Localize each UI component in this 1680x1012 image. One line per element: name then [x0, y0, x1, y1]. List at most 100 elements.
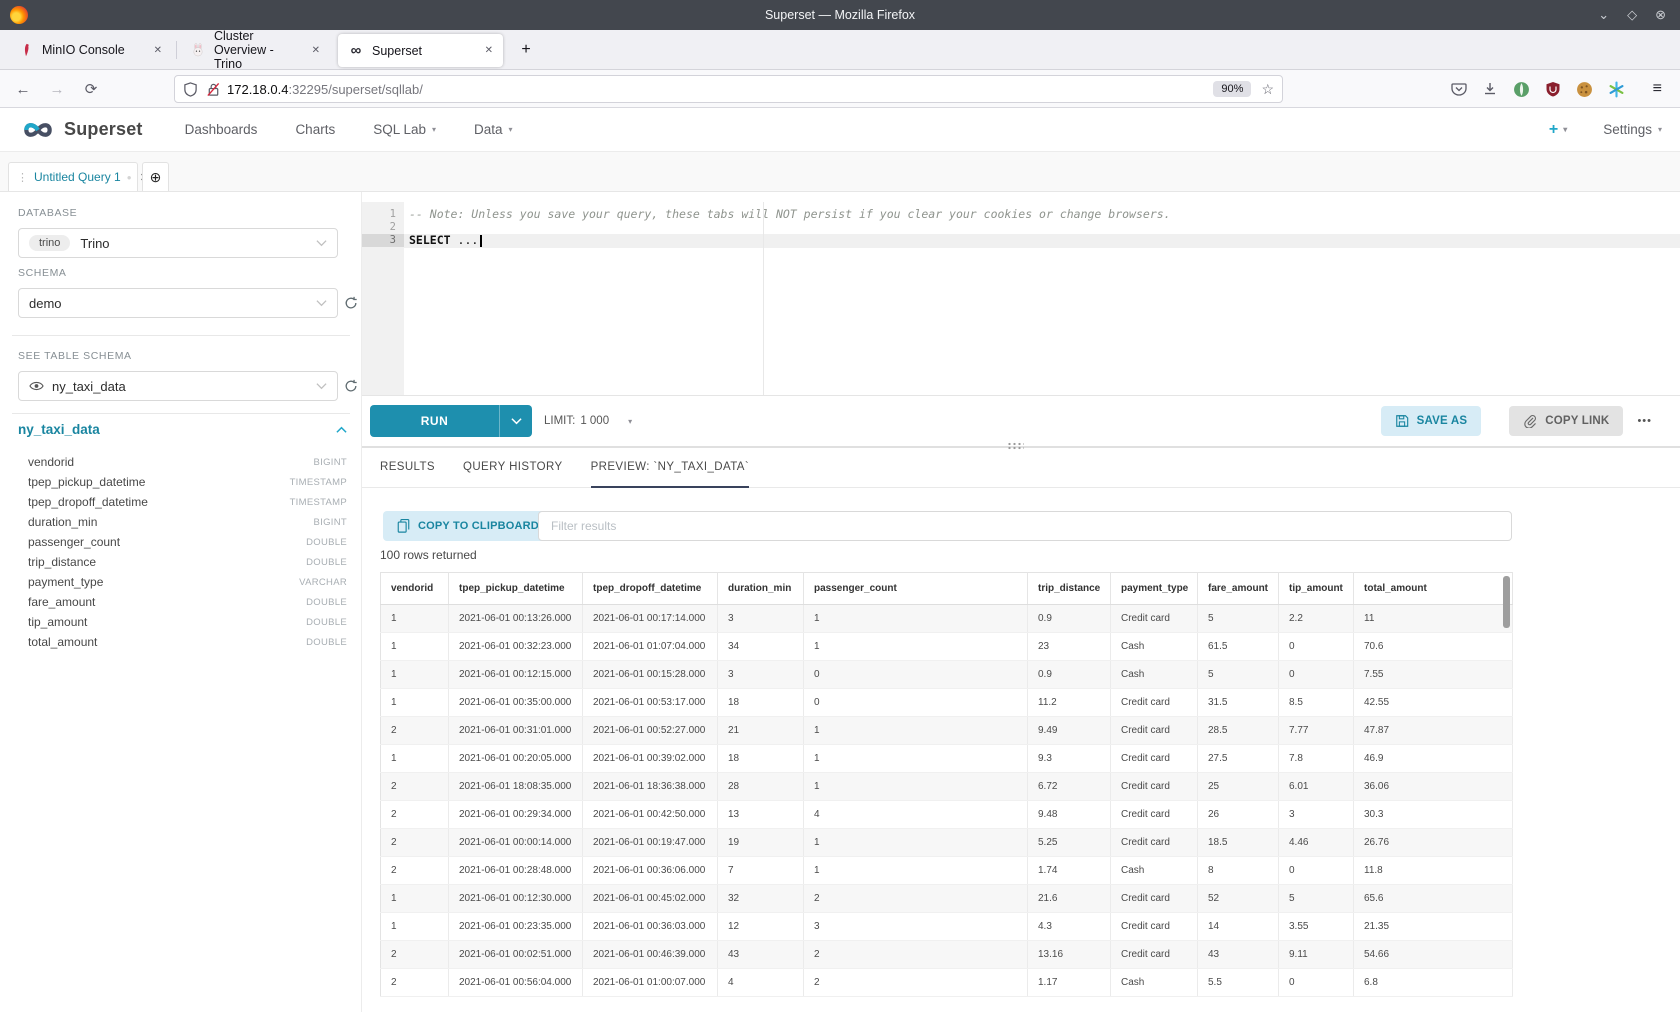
column-header-trip_distance[interactable]: trip_distance	[1028, 573, 1111, 605]
tab-close-icon[interactable]: ✕	[485, 45, 493, 56]
save-as-button[interactable]: SAVE AS	[1381, 406, 1482, 436]
add-query-tab-button[interactable]: ⊕	[142, 162, 169, 191]
header-new-button[interactable]: +▾	[1549, 121, 1567, 139]
copy-link-button[interactable]: COPY LINK	[1509, 406, 1623, 436]
tab-query-history[interactable]: QUERY HISTORY	[463, 448, 563, 488]
tab-close-icon[interactable]: ✕	[154, 45, 162, 56]
table-cell: 5	[1198, 661, 1279, 689]
database-select[interactable]: trino Trino	[18, 228, 338, 258]
browser-tab-trino[interactable]: Cluster Overview - Trino ✕	[180, 30, 330, 70]
tab-preview[interactable]: PREVIEW: `NY_TAXI_DATA`	[591, 448, 750, 488]
drag-dots-icon[interactable]: ⋮	[17, 171, 28, 184]
table-schema-select[interactable]: ny_taxi_data	[18, 371, 338, 401]
browser-tab-minio[interactable]: MinIO Console ✕	[8, 30, 172, 70]
table-cell: 0.9	[1028, 605, 1111, 633]
privacy-badger-icon[interactable]	[1513, 81, 1530, 98]
table-row: 12021-06-01 00:32:23.0002021-06-01 01:07…	[381, 633, 1513, 661]
settings-menu[interactable]: Settings▾	[1603, 122, 1662, 137]
table-cell: 3	[718, 661, 804, 689]
more-options-button[interactable]: •••	[1637, 415, 1652, 427]
nav-item-dashboards[interactable]: Dashboards	[185, 122, 258, 137]
table-cell: 26	[1198, 801, 1279, 829]
zoom-level-badge[interactable]: 90%	[1213, 81, 1251, 97]
table-cell: 1	[804, 605, 1028, 633]
table-cell: 18.5	[1198, 829, 1279, 857]
caret-down-icon: ▾	[1563, 125, 1567, 134]
column-header-payment_type[interactable]: payment_type	[1111, 573, 1198, 605]
table-cell: 2	[381, 801, 449, 829]
nav-item-data[interactable]: Data▾	[474, 122, 513, 137]
column-header-total_amount[interactable]: total_amount	[1354, 573, 1513, 605]
column-header-passenger_count[interactable]: passenger_count	[804, 573, 1028, 605]
table-cell: 9.3	[1028, 745, 1111, 773]
run-button[interactable]: RUN	[370, 405, 532, 437]
download-icon[interactable]	[1482, 81, 1498, 97]
table-header-row: vendoridtpep_pickup_datetimetpep_dropoff…	[381, 573, 1513, 605]
cookie-icon[interactable]	[1576, 81, 1593, 98]
table-cell: 2021-06-01 01:07:04.000	[583, 633, 718, 661]
filter-results-input[interactable]	[538, 511, 1512, 541]
column-header-duration_min[interactable]: duration_min	[718, 573, 804, 605]
table-refresh-button[interactable]	[342, 377, 360, 395]
pocket-icon[interactable]	[1451, 81, 1467, 97]
nav-item-charts[interactable]: Charts	[295, 122, 335, 137]
window-close-icon[interactable]: ⊗	[1655, 7, 1666, 23]
table-cell: 2	[804, 885, 1028, 913]
preview-table: vendoridtpep_pickup_datetimetpep_dropoff…	[380, 572, 1513, 997]
table-cell: 2021-06-01 00:36:06.000	[583, 857, 718, 885]
table-cell: 2021-06-01 00:12:15.000	[449, 661, 583, 689]
url-bar[interactable]: 172.18.0.4:32295/superset/sqllab/ 90% ☆	[174, 75, 1283, 103]
table-cell: 1	[804, 857, 1028, 885]
results-tab-bar: RESULTS QUERY HISTORY PREVIEW: `NY_TAXI_…	[362, 448, 1680, 488]
table-cell: 0.9	[1028, 661, 1111, 689]
table-cell: 0	[804, 689, 1028, 717]
lock-slash-icon[interactable]	[206, 82, 221, 97]
window-minimize-icon[interactable]: ⌄	[1598, 7, 1609, 23]
table-row: 22021-06-01 00:28:48.0002021-06-01 00:36…	[381, 857, 1513, 885]
column-header-tip_amount[interactable]: tip_amount	[1279, 573, 1354, 605]
column-header-tpep_dropoff_datetime[interactable]: tpep_dropoff_datetime	[583, 573, 718, 605]
tab-results[interactable]: RESULTS	[380, 448, 435, 488]
run-options-caret-icon[interactable]	[500, 417, 532, 425]
back-button[interactable]: ←	[12, 78, 34, 100]
limit-control[interactable]: LIMIT: 1 000 ▾	[544, 415, 632, 427]
browser-tab-superset[interactable]: ∞ Superset ✕	[338, 34, 503, 67]
column-header-fare_amount[interactable]: fare_amount	[1198, 573, 1279, 605]
table-cell: 2.2	[1279, 605, 1354, 633]
schema-select[interactable]: demo	[18, 288, 338, 318]
bookmark-star-icon[interactable]: ☆	[1261, 81, 1274, 98]
superset-brand[interactable]: Superset	[64, 119, 143, 140]
forward-button[interactable]: →	[46, 78, 68, 100]
column-header-vendorid[interactable]: vendorid	[381, 573, 449, 605]
table-name-link[interactable]: ny_taxi_data	[18, 422, 100, 437]
collapse-chevron-icon[interactable]	[336, 426, 347, 434]
tab-close-icon[interactable]: ✕	[312, 45, 320, 56]
reload-button[interactable]: ⟳	[80, 78, 102, 100]
table-scrollbar-thumb[interactable]	[1503, 576, 1510, 628]
ublock-icon[interactable]	[1545, 81, 1561, 97]
table-cell: 4.46	[1279, 829, 1354, 857]
table-cell: 1.17	[1028, 969, 1111, 997]
table-cell: 1	[381, 913, 449, 941]
new-tab-button[interactable]: +	[514, 38, 538, 62]
shield-icon[interactable]	[183, 82, 198, 97]
table-cell: 54.66	[1354, 941, 1513, 969]
copy-link-label: COPY LINK	[1545, 415, 1609, 427]
sql-editor[interactable]: 1 2 3 -- Note: Unless you save your quer…	[362, 202, 1680, 396]
schema-refresh-button[interactable]	[342, 294, 360, 312]
nav-item-sql-lab[interactable]: SQL Lab▾	[373, 122, 436, 137]
table-cell: 13	[718, 801, 804, 829]
preview-table-container[interactable]: vendoridtpep_pickup_datetimetpep_dropoff…	[380, 572, 1512, 997]
copy-to-clipboard-button[interactable]: COPY TO CLIPBOARD	[383, 511, 553, 541]
url-path: :32295/superset/sqllab/	[288, 82, 422, 97]
column-header-tpep_pickup_datetime[interactable]: tpep_pickup_datetime	[449, 573, 583, 605]
query-tab-untitled[interactable]: ⋮ Untitled Query 1 ● ✕	[8, 162, 138, 191]
table-cell: 1	[381, 633, 449, 661]
run-label: RUN	[370, 414, 499, 428]
menu-hamburger-icon[interactable]: ≡	[1653, 80, 1662, 98]
table-cell: 2	[381, 969, 449, 997]
table-row: 22021-06-01 00:31:01.0002021-06-01 00:52…	[381, 717, 1513, 745]
extension-asterisk-icon[interactable]	[1608, 81, 1625, 98]
window-maximize-icon[interactable]: ◇	[1627, 7, 1637, 23]
table-cell: 4	[718, 969, 804, 997]
